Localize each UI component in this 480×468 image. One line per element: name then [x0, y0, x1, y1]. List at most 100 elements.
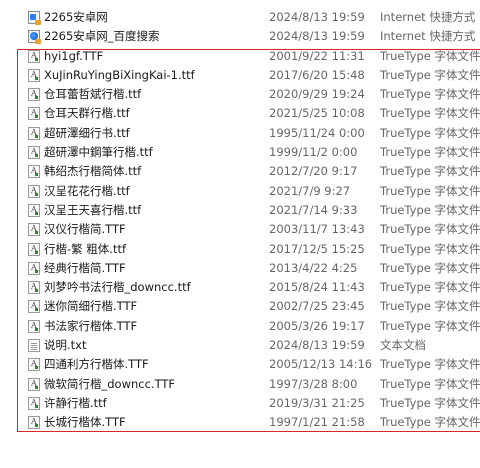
file-type: TrueType 字体文件	[380, 241, 480, 256]
file-name[interactable]: 汉呈花花行楷.ttf	[44, 182, 130, 201]
font-file-icon	[28, 261, 40, 275]
file-row[interactable]: 长城行楷体.TTF 1997/1/21 21:58 TrueType 字体文件	[0, 413, 480, 432]
file-type: TrueType 字体文件	[380, 106, 480, 121]
font-file-icon	[28, 223, 40, 237]
file-row[interactable]: 迷你简细行楷.TTF 2002/7/25 23:45 TrueType 字体文件	[0, 297, 480, 316]
file-name[interactable]: 仓耳蕾哲斌行楷.ttf	[44, 85, 141, 104]
font-file-icon	[28, 281, 40, 295]
file-type: TrueType 字体文件	[380, 145, 480, 160]
file-name[interactable]: 2265安卓网	[44, 8, 108, 27]
file-modified-date: 2017/12/5 15:25	[269, 241, 365, 256]
file-modified-date: 1999/11/2 0:00	[269, 145, 358, 160]
file-row[interactable]: 超研澤细行书.ttf 1995/11/24 0:00 TrueType 字体文件	[0, 124, 480, 143]
file-name[interactable]: 四通利方行楷体.TTF	[44, 355, 149, 374]
font-file-icon	[28, 416, 40, 430]
file-row[interactable]: 2265安卓网_百度搜索 2024/8/13 19:59 Internet 快捷方式	[0, 27, 480, 46]
file-name[interactable]: XuJinRuYingBiXingKai-1.ttf	[44, 66, 195, 85]
file-name[interactable]: 许静行楷.ttf	[44, 394, 107, 413]
file-modified-date: 2021/7/14 9:33	[269, 202, 358, 217]
url-shortcut-icon	[28, 30, 41, 45]
file-type: TrueType 字体文件	[380, 357, 480, 372]
file-name[interactable]: 刘梦吟书法行楷_downcc.ttf	[44, 278, 191, 297]
file-row[interactable]: 汉呈花花行楷.ttf 2021/7/9 9:27 TrueType 字体文件	[0, 182, 480, 201]
file-modified-date: 2015/8/24 11:43	[269, 280, 365, 295]
file-modified-date: 2012/7/20 9:17	[269, 164, 358, 179]
font-file-icon	[28, 203, 40, 217]
file-name[interactable]: 2265安卓网_百度搜索	[44, 27, 160, 46]
file-modified-date: 2003/11/7 13:43	[269, 222, 365, 237]
font-file-icon	[28, 300, 40, 314]
font-file-icon	[28, 146, 40, 160]
file-modified-date: 2017/6/20 15:48	[269, 67, 365, 82]
file-row[interactable]: 仓耳蕾哲斌行楷.ttf 2020/9/29 19:24 TrueType 字体文件	[0, 85, 480, 104]
file-name[interactable]: 超研澤中鋼筆行楷.ttf	[44, 143, 153, 162]
file-name[interactable]: 书法家行楷体.TTF	[44, 317, 137, 336]
file-modified-date: 2013/4/22 4:25	[269, 260, 358, 275]
font-file-icon	[28, 358, 40, 372]
file-modified-date: 2024/8/13 19:59	[269, 29, 365, 44]
font-file-icon	[28, 126, 40, 140]
font-file-icon	[28, 107, 40, 121]
file-modified-date: 2005/3/26 19:17	[269, 318, 365, 333]
file-name[interactable]: 汉呈王天喜行楷.ttf	[44, 201, 141, 220]
file-type: TrueType 字体文件	[380, 48, 480, 63]
file-row[interactable]: 刘梦吟书法行楷_downcc.ttf 2015/8/24 11:43 TrueTyp…	[0, 278, 480, 297]
file-modified-date: 2001/9/22 11:31	[269, 48, 365, 63]
file-row[interactable]: hyi1gf.TTF 2001/9/22 11:31 TrueType 字体文件	[0, 47, 480, 66]
file-name[interactable]: 汉仪行楷简.TTF	[44, 220, 126, 239]
font-file-icon	[28, 88, 40, 102]
file-type: TrueType 字体文件	[380, 318, 480, 333]
file-name[interactable]: 仓耳天群行楷.ttf	[44, 104, 130, 123]
file-modified-date: 2019/3/31 21:25	[269, 395, 365, 410]
file-row[interactable]: 经典行楷简.TTF 2013/4/22 4:25 TrueType 字体文件	[0, 259, 480, 278]
file-name[interactable]: 韩绍杰行楷简体.ttf	[44, 162, 141, 181]
file-type: TrueType 字体文件	[380, 395, 480, 410]
file-name[interactable]: 微软简行楷_downcc.TTF	[44, 375, 175, 394]
file-row[interactable]: 四通利方行楷体.TTF 2005/12/13 14:16 TrueType 字体文件	[0, 355, 480, 374]
file-row[interactable]: 2265安卓网 2024/8/13 19:59 Internet 快捷方式	[0, 8, 480, 27]
file-modified-date: 2024/8/13 19:59	[269, 10, 365, 24]
file-row[interactable]: 说明.txt 2024/8/13 19:59 文本文档	[0, 336, 480, 355]
file-row[interactable]: 汉呈王天喜行楷.ttf 2021/7/14 9:33 TrueType 字体文件	[0, 201, 480, 220]
font-file-icon	[28, 377, 40, 391]
file-type: TrueType 字体文件	[380, 164, 480, 179]
file-row[interactable]: 许静行楷.ttf 2019/3/31 21:25 TrueType 字体文件	[0, 394, 480, 413]
file-row[interactable]: 仓耳天群行楷.ttf 2021/5/25 10:08 TrueType 字体文件	[0, 104, 480, 123]
file-name[interactable]: 经典行楷简.TTF	[44, 259, 126, 278]
file-modified-date: 1997/1/21 21:58	[269, 415, 365, 430]
file-name[interactable]: 迷你简细行楷.TTF	[44, 297, 137, 316]
file-row[interactable]: 超研澤中鋼筆行楷.ttf 1999/11/2 0:00 TrueType 字体文件	[0, 143, 480, 162]
file-row[interactable]: 行楷-繁 粗体.ttf 2017/12/5 15:25 TrueType 字体文件	[0, 240, 480, 259]
text-file-icon	[28, 339, 40, 353]
font-file-icon	[28, 184, 40, 198]
file-modified-date: 2021/7/9 9:27	[269, 183, 351, 198]
font-file-icon	[28, 319, 40, 333]
font-file-icon	[28, 165, 40, 179]
file-type: TrueType 字体文件	[380, 280, 480, 295]
file-type: TrueType 字体文件	[380, 260, 480, 275]
file-modified-date: 2005/12/13 14:16	[269, 357, 373, 372]
file-type: TrueType 字体文件	[380, 202, 480, 217]
file-row[interactable]: XuJinRuYingBiXingKai-1.ttf 2017/6/20 15:4…	[0, 66, 480, 85]
file-type: TrueType 字体文件	[380, 125, 480, 140]
file-modified-date: 1997/3/28 8:00	[269, 376, 358, 391]
font-file-icon	[28, 396, 40, 410]
file-row[interactable]: 微软简行楷_downcc.TTF 1997/3/28 8:00 TrueType 字…	[0, 375, 480, 394]
file-modified-date: 2021/5/25 10:08	[269, 106, 365, 121]
file-name[interactable]: 长城行楷体.TTF	[44, 413, 126, 432]
file-name[interactable]: hyi1gf.TTF	[44, 47, 103, 66]
file-row[interactable]: 韩绍杰行楷简体.ttf 2012/7/20 9:17 TrueType 字体文件	[0, 162, 480, 181]
file-row[interactable]: 书法家行楷体.TTF 2005/3/26 19:17 TrueType 字体文件	[0, 317, 480, 336]
file-name[interactable]: 说明.txt	[44, 336, 86, 355]
file-type: TrueType 字体文件	[380, 67, 480, 82]
file-type: TrueType 字体文件	[380, 87, 480, 102]
file-row[interactable]: 汉仪行楷简.TTF 2003/11/7 13:43 TrueType 字体文件	[0, 220, 480, 239]
file-list: 2265安卓网 2024/8/13 19:59 Internet 快捷方式 2265安…	[0, 8, 480, 433]
file-name[interactable]: 超研澤细行书.ttf	[44, 124, 130, 143]
file-name[interactable]: 行楷-繁 粗体.ttf	[44, 240, 126, 259]
file-type: Internet 快捷方式	[380, 29, 476, 44]
file-type: TrueType 字体文件	[380, 222, 480, 237]
file-type: TrueType 字体文件	[380, 183, 480, 198]
font-file-icon	[28, 49, 40, 63]
file-type: TrueType 字体文件	[380, 376, 480, 391]
